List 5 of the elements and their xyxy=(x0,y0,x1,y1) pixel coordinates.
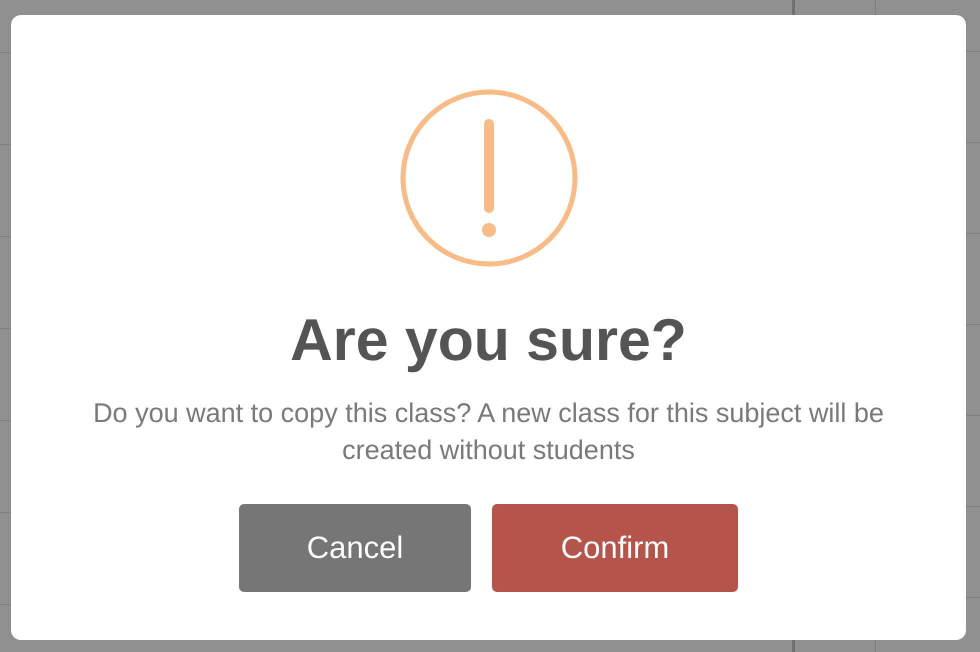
dialog-title: Are you sure? xyxy=(290,307,687,373)
confirm-button[interactable]: Confirm xyxy=(492,504,738,592)
dialog-message: Do you want to copy this class? A new class for this subject will be created without students xyxy=(92,397,885,467)
cancel-button[interactable]: Cancel xyxy=(239,504,471,592)
warning-icon xyxy=(400,89,578,267)
